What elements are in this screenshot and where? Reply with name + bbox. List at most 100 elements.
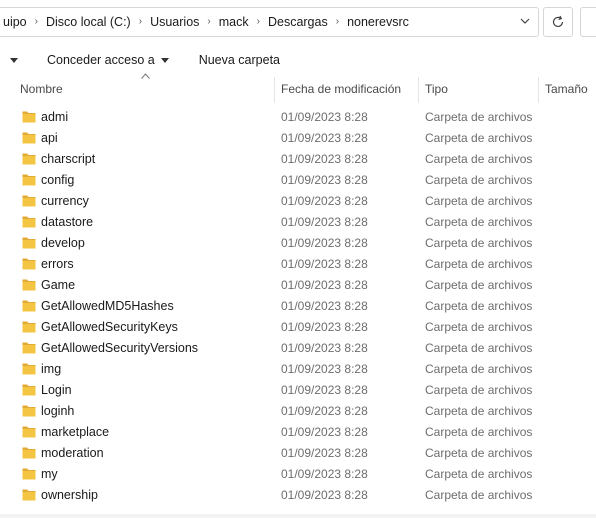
- chevron-down-icon: [160, 57, 169, 63]
- folder-icon: [22, 489, 36, 501]
- file-row[interactable]: moderation 01/09/2023 8:28 Carpeta de arch…: [0, 443, 596, 464]
- chevron-down-icon[interactable]: [520, 16, 530, 26]
- file-date: 01/09/2023 8:28: [281, 257, 368, 271]
- file-date: 01/09/2023 8:28: [281, 446, 368, 460]
- file-name: datastore: [41, 215, 94, 229]
- file-row[interactable]: api 01/09/2023 8:28 Carpeta de archivos: [0, 128, 596, 149]
- file-name: admi: [41, 110, 69, 124]
- file-row[interactable]: marketplace 01/09/2023 8:28 Carpeta de arc…: [0, 422, 596, 443]
- file-row[interactable]: charscript 01/09/2023 8:28 Carpeta de arch…: [0, 149, 596, 170]
- file-date: 01/09/2023 8:28: [281, 299, 368, 313]
- file-name: moderation: [41, 446, 104, 460]
- file-name: GetAllowedSecurityVersions: [41, 341, 199, 355]
- chevron-right-icon[interactable]: ›: [332, 8, 343, 36]
- address-bar-row: uipo › Disco local (C:) › Usuarios › mack › Desc…: [0, 0, 596, 44]
- file-row[interactable]: Login 01/09/2023 8:28 Carpeta de archivos: [0, 380, 596, 401]
- file-type: Carpeta de archivos: [425, 320, 533, 334]
- file-type: Carpeta de archivos: [425, 425, 533, 439]
- breadcrumb-item[interactable]: Usuarios: [146, 15, 203, 29]
- file-type: Carpeta de archivos: [425, 383, 533, 397]
- new-folder-button[interactable]: Nueva carpeta: [199, 46, 280, 74]
- file-date: 01/09/2023 8:28: [281, 278, 368, 292]
- column-header-date[interactable]: Fecha de modificación: [275, 77, 419, 103]
- list-bottom-edge: [0, 514, 596, 518]
- file-date: 01/09/2023 8:28: [281, 362, 368, 376]
- file-date: 01/09/2023 8:28: [281, 194, 368, 208]
- folder-icon: [22, 363, 36, 375]
- column-header-size-label: Tamaño: [545, 82, 588, 96]
- breadcrumb-item[interactable]: Descargas: [264, 15, 332, 29]
- share-access-label: Conceder acceso a: [47, 53, 155, 67]
- refresh-icon: [552, 15, 564, 28]
- column-header-type-label: Tipo: [425, 82, 448, 96]
- file-row[interactable]: GetAllowedSecurityKeys 01/09/2023 8:28 Car…: [0, 317, 596, 338]
- column-header-row: Nombre Fecha de modificación Tipo Tamaño: [0, 73, 596, 103]
- file-row[interactable]: Game 01/09/2023 8:28 Carpeta de archivos: [0, 275, 596, 296]
- search-input[interactable]: [580, 7, 596, 37]
- chevron-right-icon[interactable]: ›: [203, 8, 214, 36]
- column-header-size[interactable]: Tamaño: [539, 77, 596, 103]
- command-bar: Conceder acceso a Nueva carpeta: [0, 44, 596, 76]
- folder-icon: [22, 384, 36, 396]
- file-type: Carpeta de archivos: [425, 467, 533, 481]
- chevron-right-icon[interactable]: ›: [31, 8, 42, 36]
- column-header-name-label: Nombre: [20, 82, 63, 96]
- folder-icon: [22, 216, 36, 228]
- file-date: 01/09/2023 8:28: [281, 341, 368, 355]
- file-name: currency: [41, 194, 89, 208]
- file-type: Carpeta de archivos: [425, 488, 533, 502]
- file-date: 01/09/2023 8:28: [281, 425, 368, 439]
- file-row[interactable]: ownership 01/09/2023 8:28 Carpeta de archi…: [0, 485, 596, 506]
- refresh-button[interactable]: [543, 7, 573, 37]
- column-header-type[interactable]: Tipo: [419, 77, 538, 103]
- file-date: 01/09/2023 8:28: [281, 383, 368, 397]
- breadcrumb-item[interactable]: mack: [215, 15, 253, 29]
- folder-icon: [22, 321, 36, 333]
- file-date: 01/09/2023 8:28: [281, 131, 368, 145]
- file-type: Carpeta de archivos: [425, 362, 533, 376]
- folder-icon: [22, 258, 36, 270]
- file-name: my: [41, 467, 58, 481]
- chevron-down-icon: [10, 57, 18, 63]
- file-date: 01/09/2023 8:28: [281, 215, 368, 229]
- breadcrumb-item[interactable]: Disco local (C:): [42, 15, 135, 29]
- file-row[interactable]: datastore 01/09/2023 8:28 Carpeta de archi…: [0, 212, 596, 233]
- folder-icon: [22, 195, 36, 207]
- column-header-name[interactable]: Nombre: [14, 77, 274, 103]
- file-name: errors: [41, 257, 74, 271]
- file-type: Carpeta de archivos: [425, 404, 533, 418]
- folder-icon: [22, 447, 36, 459]
- file-type: Carpeta de archivos: [425, 215, 533, 229]
- file-row[interactable]: admi 01/09/2023 8:28 Carpeta de archivos: [0, 107, 596, 128]
- file-type: Carpeta de archivos: [425, 446, 533, 460]
- file-row[interactable]: loginh 01/09/2023 8:28 Carpeta de archivos: [0, 401, 596, 422]
- new-folder-label: Nueva carpeta: [198, 53, 281, 67]
- file-list: admi 01/09/2023 8:28 Carpeta de archivos ap…: [0, 107, 596, 506]
- breadcrumb-item[interactable]: uipo: [0, 15, 31, 29]
- file-row[interactable]: config 01/09/2023 8:28 Carpeta de archivos: [0, 170, 596, 191]
- file-date: 01/09/2023 8:28: [281, 488, 368, 502]
- folder-icon: [22, 405, 36, 417]
- folder-icon: [22, 153, 36, 165]
- breadcrumb-item[interactable]: nonerevsrc: [343, 15, 413, 29]
- file-row[interactable]: my 01/09/2023 8:28 Carpeta de archivos: [0, 464, 596, 485]
- file-row[interactable]: develop 01/09/2023 8:28 Carpeta de archivo…: [0, 233, 596, 254]
- folder-icon: [22, 468, 36, 480]
- chevron-right-icon[interactable]: ›: [135, 8, 146, 36]
- file-row[interactable]: currency 01/09/2023 8:28 Carpeta de archiv…: [0, 191, 596, 212]
- file-name: charscript: [41, 152, 96, 166]
- address-bar[interactable]: uipo › Disco local (C:) › Usuarios › mack › Desc…: [0, 7, 539, 37]
- chevron-right-icon[interactable]: ›: [253, 8, 264, 36]
- share-access-button[interactable]: Conceder acceso a: [47, 46, 169, 74]
- file-type: Carpeta de archivos: [425, 131, 533, 145]
- file-row[interactable]: errors 01/09/2023 8:28 Carpeta de archivos: [0, 254, 596, 275]
- file-date: 01/09/2023 8:28: [281, 236, 368, 250]
- file-row[interactable]: GetAllowedMD5Hashes 01/09/2023 8:28 Carpet…: [0, 296, 596, 317]
- file-row[interactable]: GetAllowedSecurityVersions 01/09/2023 8:2…: [0, 338, 596, 359]
- file-name: ownership: [41, 488, 98, 502]
- file-name: api: [41, 131, 58, 145]
- folder-icon: [22, 342, 36, 354]
- previous-menu-dropdown[interactable]: [6, 46, 18, 74]
- file-row[interactable]: img 01/09/2023 8:28 Carpeta de archivos: [0, 359, 596, 380]
- file-type: Carpeta de archivos: [425, 278, 533, 292]
